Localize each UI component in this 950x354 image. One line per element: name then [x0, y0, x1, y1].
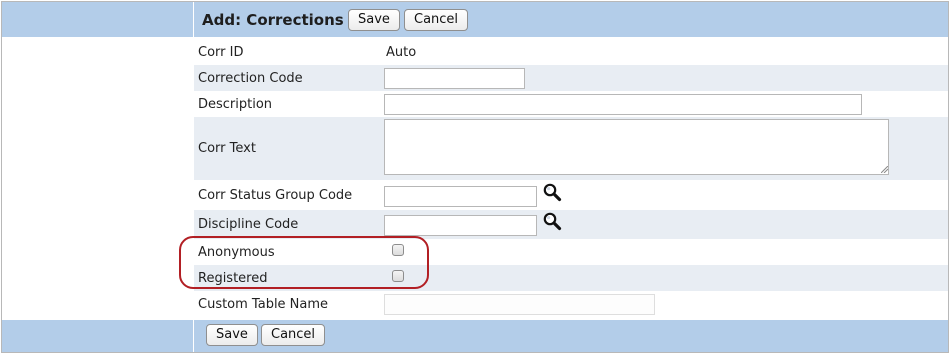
row-corr-text: Corr Text [194, 117, 948, 180]
row-registered: Registered [194, 265, 948, 291]
footer-bar [2, 320, 948, 352]
corr-text-label: Corr Text [198, 141, 256, 156]
header-bar [2, 2, 948, 37]
corr-status-group-code-input[interactable] [384, 186, 537, 207]
corr-id-label: Corr ID [198, 45, 244, 60]
row-custom-table-name: Custom Table Name [194, 291, 948, 320]
correction-code-input[interactable] [384, 68, 525, 89]
page-title: Add: Corrections [202, 11, 344, 29]
discipline-code-input[interactable] [384, 215, 537, 236]
add-corrections-form: Add: Corrections Save Cancel Corr ID Aut… [1, 1, 949, 353]
custom-table-name-label: Custom Table Name [198, 297, 329, 312]
magnifier-icon[interactable] [542, 182, 562, 202]
registered-label: Registered [198, 271, 268, 286]
corr-id-value: Auto [386, 45, 417, 60]
anonymous-checkbox[interactable] [392, 244, 404, 256]
footer-divider [193, 320, 194, 352]
description-input[interactable] [384, 94, 862, 115]
row-correction-code: Correction Code [194, 65, 948, 91]
footer-cancel-button[interactable]: Cancel [261, 324, 326, 346]
row-corr-id: Corr ID Auto [194, 41, 948, 65]
row-discipline-code: Discipline Code [194, 210, 948, 239]
correction-code-label: Correction Code [198, 71, 303, 86]
row-anonymous: Anonymous [194, 239, 948, 265]
save-button[interactable]: Save [348, 9, 400, 31]
discipline-code-label: Discipline Code [198, 217, 299, 232]
description-label: Description [198, 97, 273, 112]
footer-save-button[interactable]: Save [206, 324, 258, 346]
corr-status-group-code-label: Corr Status Group Code [198, 188, 353, 203]
custom-table-name-input[interactable] [384, 294, 655, 315]
cancel-button[interactable]: Cancel [404, 9, 469, 31]
resize-grip-icon[interactable] [881, 166, 888, 173]
row-description: Description [194, 91, 948, 117]
row-corr-status-group-code: Corr Status Group Code [194, 180, 948, 210]
registered-checkbox[interactable] [392, 270, 404, 282]
magnifier-icon[interactable] [542, 211, 562, 231]
anonymous-label: Anonymous [198, 245, 275, 260]
header-divider [193, 2, 194, 37]
corr-text-textarea[interactable] [384, 119, 889, 175]
